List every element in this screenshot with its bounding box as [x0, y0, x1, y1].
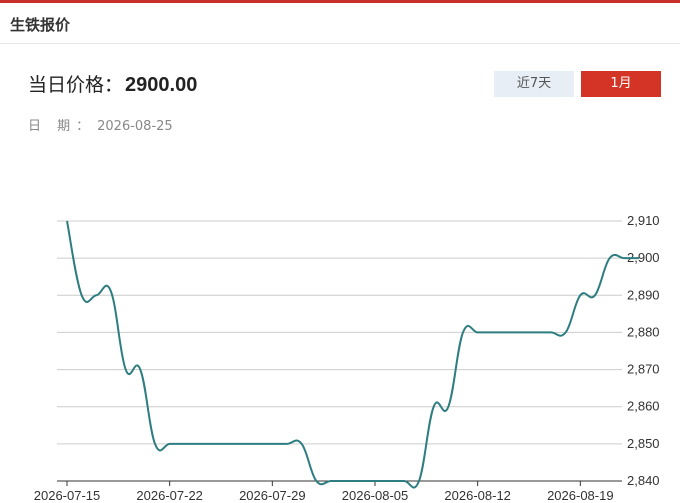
x-tick-label: 2026-08-19	[547, 488, 614, 503]
y-tick-label: 2,860	[627, 399, 660, 414]
range-button-1month[interactable]: 1月	[581, 71, 661, 97]
x-tick-label: 2026-07-15	[34, 488, 101, 503]
range-button-7days[interactable]: 近7天	[494, 71, 574, 97]
y-tick-label: 2,910	[627, 213, 660, 228]
x-tick-label: 2026-07-29	[239, 488, 306, 503]
price-value: 2900.00	[125, 74, 198, 96]
date-label: 日 期：	[28, 119, 96, 134]
x-tick-label: 2026-08-05	[342, 488, 409, 503]
price-row: 当日价格： 2900.00	[28, 70, 197, 97]
y-tick-label: 2,890	[627, 287, 660, 302]
y-tick-label: 2,840	[627, 473, 660, 488]
y-tick-label: 2,850	[627, 436, 660, 451]
y-tick-label: 2,880	[627, 324, 660, 339]
date-value: 2026-08-25	[97, 119, 173, 134]
panel-title: 生铁报价	[10, 16, 71, 34]
date-row: 日 期： 2026-08-25	[28, 115, 173, 134]
price-series-line	[66, 220, 639, 489]
x-tick-label: 2026-07-22	[136, 488, 203, 503]
x-tick-label: 2026-08-12	[444, 488, 511, 503]
price-label: 当日价格：	[28, 74, 124, 96]
price-line-chart: 2,8402,8502,8602,8702,8802,8902,9002,910…	[34, 213, 660, 503]
y-tick-label: 2,870	[627, 362, 660, 377]
panel-header: 生铁报价	[0, 3, 680, 44]
